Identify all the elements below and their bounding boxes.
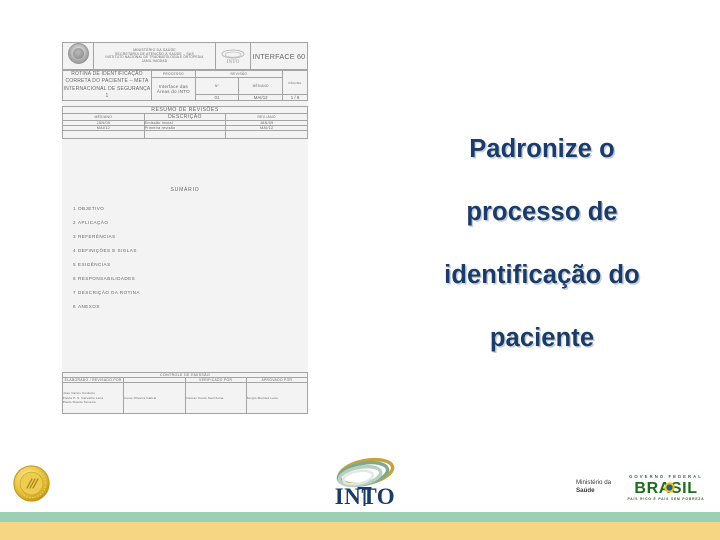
sumario-item-number: 5	[73, 262, 77, 267]
title-line-4: paciente	[489, 324, 595, 352]
table-row: Jose Carlos Cordeiro Flavia P. S. Carval…	[61, 382, 309, 414]
sumario-item-label: EXIGÊNCIAS	[78, 262, 111, 267]
revisao-mes-label: MÊS/ANO	[238, 77, 283, 95]
processo-label: PROCESSO	[151, 70, 196, 78]
list-item: 5 EXIGÊNCIAS	[62, 262, 308, 267]
ministerio-saude-label: Ministério da Saúde	[576, 479, 618, 495]
pagina-value: 1 / 8	[282, 94, 308, 101]
rotina-title: ROTINA DE IDENTIFICAÇÃO CORRETA DO PACIE…	[62, 70, 152, 101]
document-process-table: ROTINA DE IDENTIFICAÇÃO CORRETA DO PACIE…	[62, 70, 308, 101]
emission-col1-head: ELABORADO / REVISADO POR	[61, 377, 125, 383]
gold-seal-icon	[11, 463, 52, 504]
sumario-item-label: APLICAÇÃO	[78, 220, 109, 225]
sumario-item-number: 4	[73, 248, 77, 253]
revisions-col-rev-ano: REV./ANO	[225, 113, 308, 121]
ministerio-line-1: Ministério da	[576, 478, 612, 486]
list-item: 8 ANEXOS	[62, 304, 308, 309]
revisions-summary-table: RESUMO DE REVISÕES MÊS/ANO DESCRIÇÃO REV…	[62, 106, 308, 139]
pagina-label: PÁGINA	[282, 70, 308, 95]
emission-col2-body: Clemax Couto Sant'Anna	[184, 382, 247, 414]
sumario-item-label: OBJETIVO	[78, 206, 105, 211]
table-row	[62, 130, 308, 139]
list-item: 4 DEFINIÇÕES E SIGLAS	[62, 248, 308, 253]
into-logo-icon: INTO	[322, 453, 408, 509]
sumario-item-number: 6	[73, 276, 77, 281]
revisions-col-mes-ano: MÊS/ANO	[62, 113, 145, 121]
interface-label: INTERFACE 60	[250, 42, 308, 70]
list-item: 1 OBJETIVO	[62, 206, 308, 211]
sumario-item-number: 7	[73, 290, 77, 295]
sumario-item-number: 2	[73, 220, 77, 225]
emission-col3-body: Sergio Mendes Leite	[245, 382, 309, 414]
governo-federal-label: GOVERNO FEDERAL	[629, 474, 703, 479]
sumario-item-label: ANEXOS	[78, 304, 100, 309]
revisao-num-value: 01	[194, 94, 240, 101]
list-item: 2 APLICAÇÃO	[62, 220, 308, 225]
processo-name: Interface das Áreas do INTO	[151, 77, 196, 101]
revision-rev-ano	[225, 130, 308, 139]
footer-bar-yellow	[0, 522, 720, 540]
sumario-item-label: DESCRIÇÃO DA ROTINA	[78, 290, 140, 295]
sumario-item-number: 3	[73, 234, 77, 239]
org-line-4: JAMIL HADDAD	[141, 59, 168, 64]
into-logo-icon-small: INTO	[215, 42, 251, 70]
organization-block: MINISTÉRIO DA SAÚDE SECRETARIA DE ATENÇÃ…	[93, 42, 216, 70]
title-line-1: Padronize o	[469, 135, 615, 163]
revisao-num-label: Nº	[194, 77, 240, 95]
brasil-tagline: PAÍS RICO É PAÍS SEM POBREZA	[628, 496, 705, 501]
emission-col1b-body: Ivone Oliveira Cabral	[123, 382, 186, 414]
sumario-item-label: REFERÊNCIAS	[78, 234, 116, 239]
page-title: Padronize o processo de identificação do…	[398, 118, 686, 370]
sumario-item-number: 1	[73, 206, 77, 211]
footer-bar-green	[0, 512, 720, 522]
ministerio-line-2: Saúde	[576, 487, 595, 494]
revisions-title: RESUMO DE REVISÕES	[62, 106, 308, 114]
brasao-republica-icon	[62, 42, 94, 70]
list-item: 3 REFERÊNCIAS	[62, 234, 308, 239]
emission-control-table: CONTROLE DE EMISSÃO ELABORADO / REVISADO…	[61, 372, 309, 414]
sumario-item-label: DEFINIÇÕES E SIGLAS	[78, 248, 137, 253]
sumario-item-label: RESPONSABILIDADES	[78, 276, 136, 281]
government-logos: Ministério da Saúde GOVERNO FEDERAL BRAS…	[576, 470, 710, 504]
revision-descricao	[143, 130, 227, 139]
sumario-heading: SUMÁRIO	[170, 187, 200, 193]
document-thumbnail: MINISTÉRIO DA SAÚDE SECRETARIA DE ATENÇÃ…	[61, 42, 309, 414]
svg-text:INTO: INTO	[227, 59, 240, 65]
revisao-mes-value: MAI/12	[238, 94, 283, 101]
document-header-table: MINISTÉRIO DA SAÚDE SECRETARIA DE ATENÇÃ…	[62, 42, 308, 70]
brasil-government-mark: GOVERNO FEDERAL BRASIL PAÍS RICO É PAÍS …	[624, 472, 708, 502]
presentation-slide: MINISTÉRIO DA SAÚDE SECRETARIA DE ATENÇÃ…	[0, 0, 720, 540]
list-item: 6 RESPONSABILIDADES	[62, 276, 308, 281]
revisao-label: REVISÃO	[194, 70, 284, 78]
list-item: 7 DESCRIÇÃO DA ROTINA	[62, 290, 308, 295]
sumario-list: 1 OBJETIVO 2 APLICAÇÃO 3 REFERÊNCIAS 4 DEFIN…	[62, 206, 308, 309]
emission-col1-body: Jose Carlos Cordeiro Flavia P. S. Carval…	[61, 382, 125, 414]
sumario-item-number: 8	[73, 304, 77, 309]
revisions-col-descricao: DESCRIÇÃO	[143, 113, 227, 121]
title-line-3: identificação do	[444, 261, 640, 289]
revision-mes-ano	[62, 130, 145, 139]
title-line-2: processo de	[466, 198, 618, 226]
